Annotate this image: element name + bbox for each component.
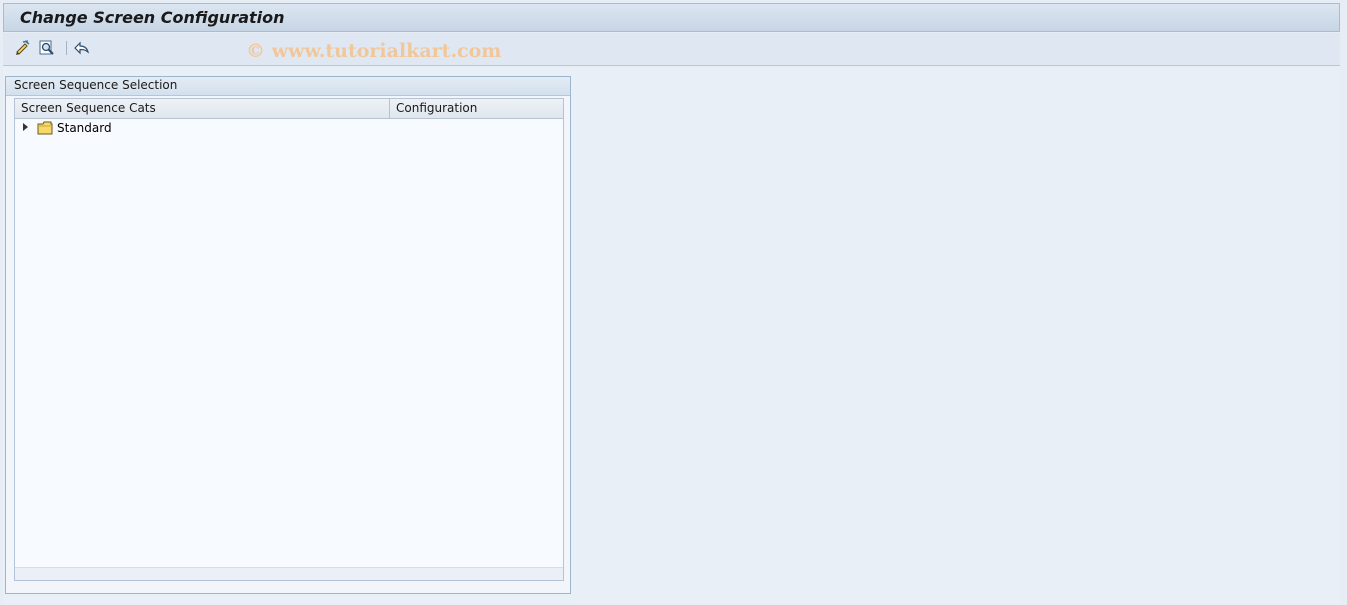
folder-icon — [37, 121, 53, 135]
expand-arrow-icon[interactable] — [23, 123, 28, 131]
screen-sequence-selection-group: Screen Sequence Selection Screen Sequenc… — [5, 76, 571, 594]
screen-sequence-tree[interactable]: Screen Sequence Cats Configuration Stand… — [14, 98, 564, 581]
display-search-icon — [39, 40, 54, 55]
tree-node-standard[interactable]: Standard — [15, 119, 563, 138]
change-pencil-icon — [16, 40, 30, 55]
title-bar: Change Screen Configuration — [3, 3, 1340, 32]
column-header-screen-sequence-cats[interactable]: Screen Sequence Cats — [15, 99, 390, 118]
display-button[interactable] — [37, 39, 57, 57]
watermark: © www.tutorialkart.com — [246, 40, 502, 62]
change-button[interactable] — [13, 39, 33, 57]
column-header-configuration[interactable]: Configuration — [390, 99, 563, 118]
group-title: Screen Sequence Selection — [6, 77, 570, 96]
undo-button[interactable] — [71, 39, 91, 57]
undo-arrow-icon — [74, 41, 90, 55]
page-title: Change Screen Configuration — [20, 8, 285, 27]
application-toolbar — [3, 33, 1340, 66]
horizontal-scrollbar[interactable] — [15, 567, 563, 580]
tree-header: Screen Sequence Cats Configuration — [15, 99, 563, 119]
tree-node-label: Standard — [57, 121, 112, 135]
toolbar-separator — [66, 41, 67, 55]
